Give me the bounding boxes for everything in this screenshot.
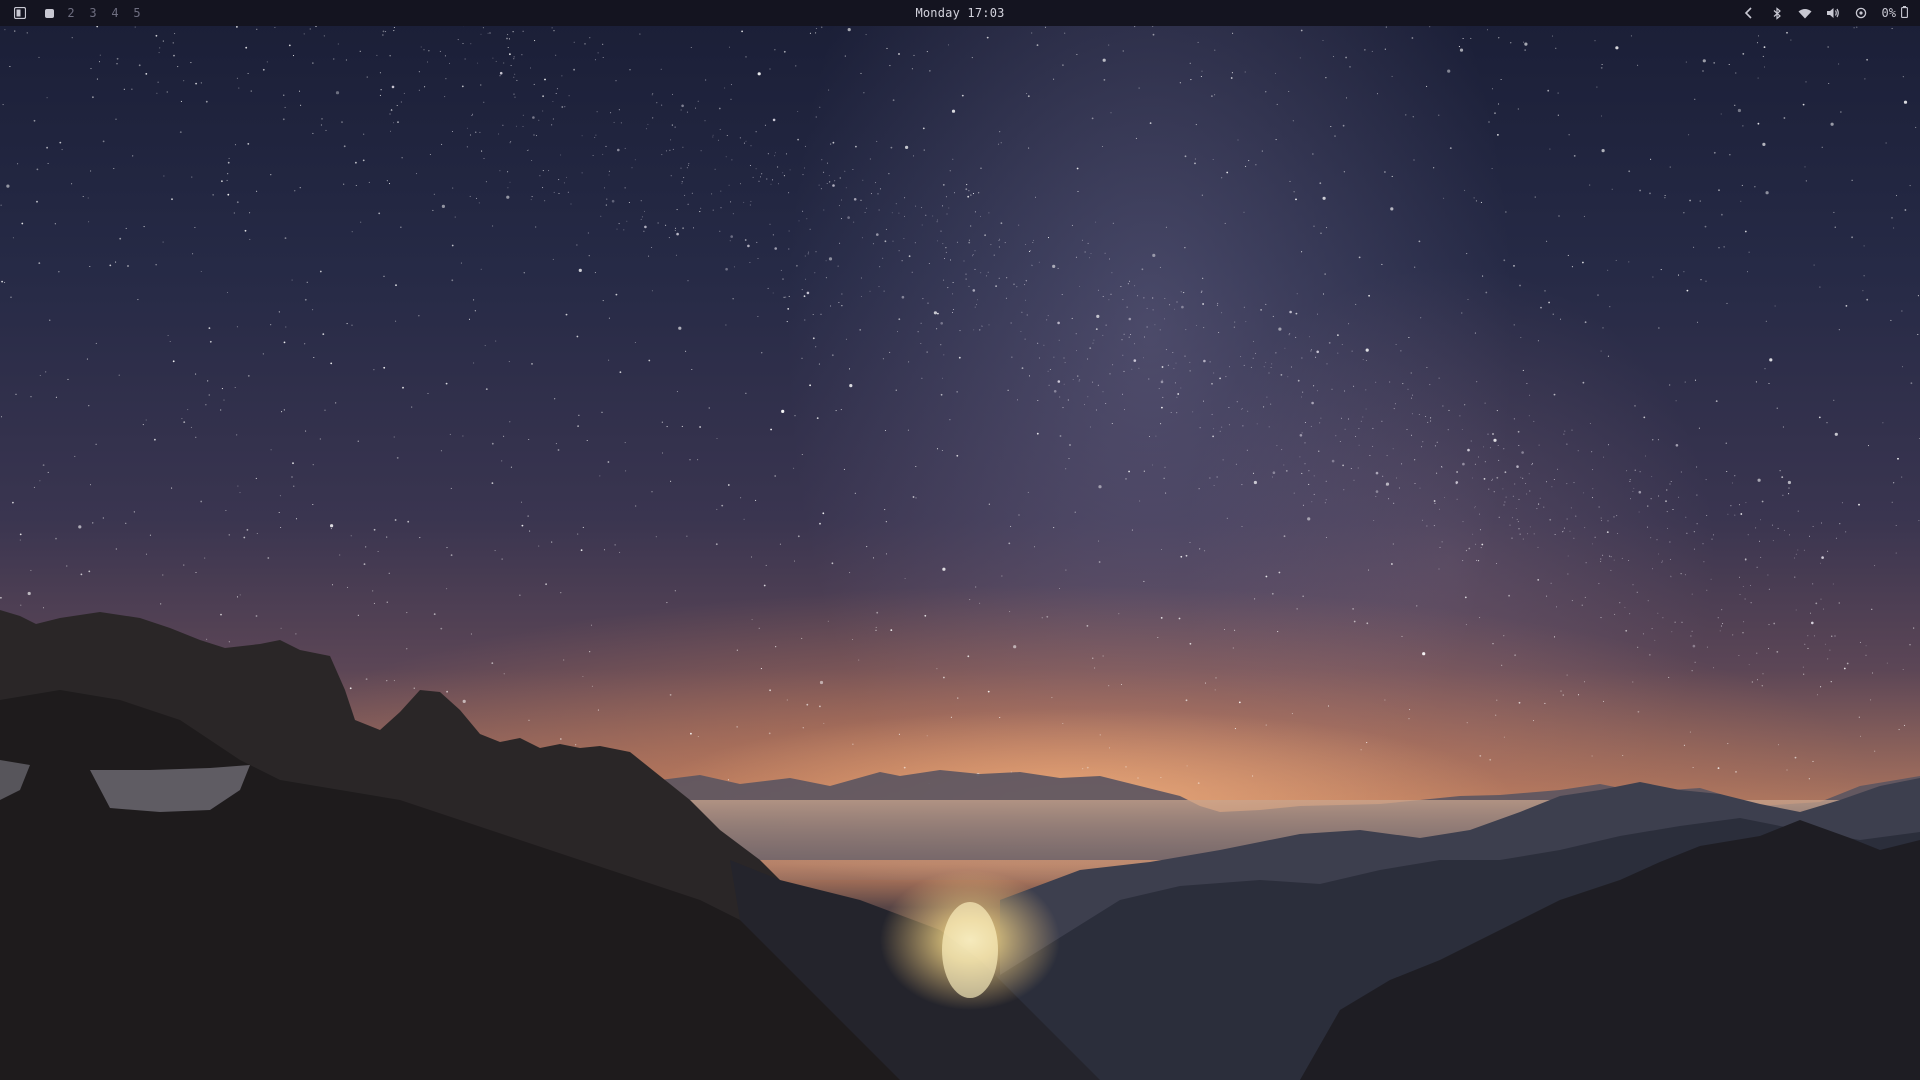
desktop: 2 3 4 5 Monday 17:03 0% (0, 0, 1920, 1080)
wifi-icon[interactable] (1798, 6, 1812, 20)
bluetooth-icon[interactable] (1770, 6, 1784, 20)
workspace-3[interactable]: 3 (82, 6, 104, 20)
volume-icon[interactable] (1826, 6, 1840, 20)
system-tray: 0% (1742, 0, 1908, 26)
clock[interactable]: Monday 17:03 (915, 6, 1004, 20)
layout-icon[interactable] (14, 7, 26, 19)
workspace-5[interactable]: 5 (126, 6, 148, 20)
active-workspace-indicator (44, 9, 54, 18)
battery-percent: 0% (1881, 6, 1896, 20)
wallpaper-mountains (0, 610, 1920, 1080)
workspace-switcher: 2 3 4 5 (14, 0, 148, 26)
chevron-left-icon[interactable] (1742, 6, 1756, 20)
workspace-4[interactable]: 4 (104, 6, 126, 20)
top-bar: 2 3 4 5 Monday 17:03 0% (0, 0, 1920, 26)
workspace-2[interactable]: 2 (60, 6, 82, 20)
battery-icon (1901, 5, 1908, 21)
workspace-1[interactable] (38, 6, 60, 20)
power-settings-icon[interactable] (1854, 6, 1868, 20)
battery-status[interactable]: 0% (1881, 5, 1908, 21)
